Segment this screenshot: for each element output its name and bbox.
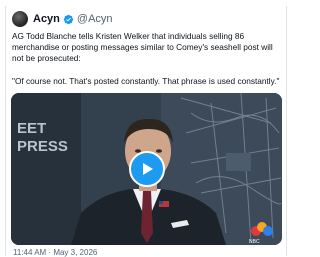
avatar[interactable] — [12, 11, 28, 27]
author-name[interactable]: Acyn — [33, 13, 60, 25]
verified-badge-icon — [63, 14, 74, 25]
play-icon — [143, 163, 153, 175]
tweet-card[interactable]: Acyn @Acyn AG Todd Blanche tells Kristen… — [5, 6, 287, 257]
set-text-line-1: EET — [17, 120, 46, 137]
tweet-timestamp[interactable]: 11:44 AM · May 3, 2026 — [13, 248, 97, 257]
author-handle[interactable]: @Acyn — [77, 13, 113, 25]
play-button[interactable] — [129, 151, 165, 187]
set-text-line-2: PRESS — [17, 138, 68, 155]
network-logo-text: NBC — [249, 239, 260, 245]
tweet-header: Acyn @Acyn — [12, 10, 113, 28]
video-player[interactable]: EET PRESS NBC — [11, 93, 282, 245]
tweet-text: AG Todd Blanche tells Kristen Welker tha… — [12, 31, 280, 86]
